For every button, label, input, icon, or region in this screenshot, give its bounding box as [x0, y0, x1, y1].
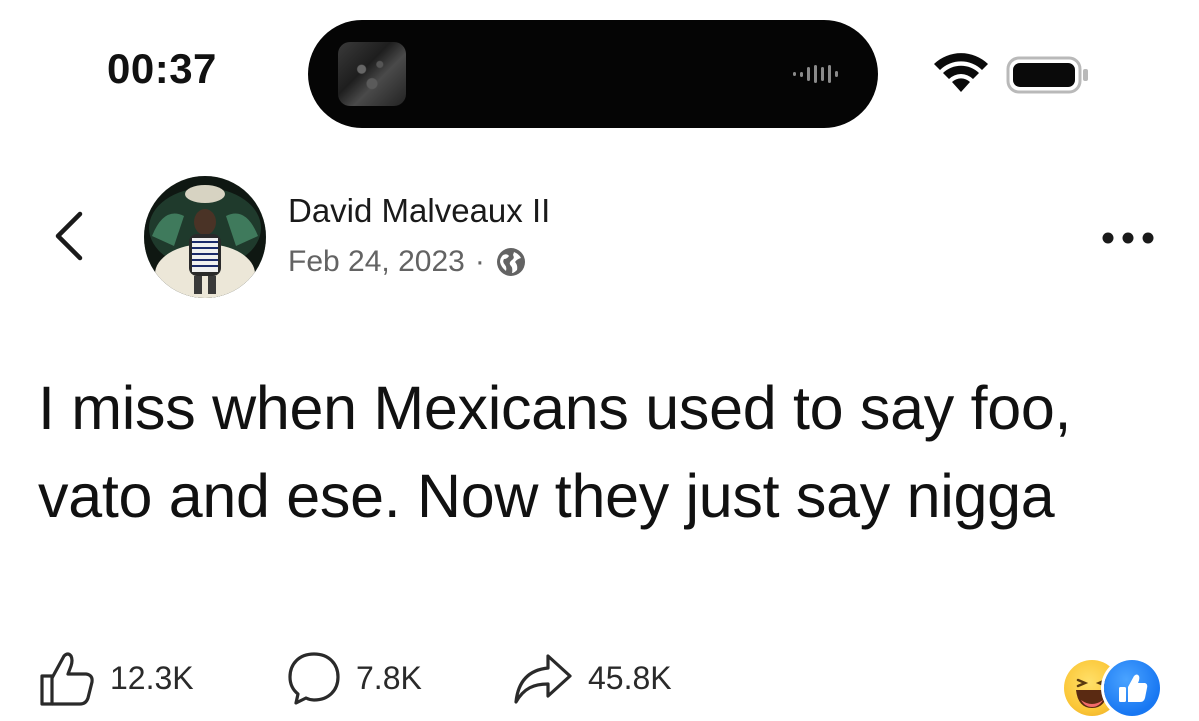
meta-separator: ·	[474, 245, 485, 278]
author-name[interactable]: David Malveaux II	[288, 194, 550, 227]
share-arrow-icon	[514, 654, 572, 704]
dynamic-island[interactable]	[308, 20, 878, 128]
more-options-icon[interactable]	[1098, 228, 1158, 248]
comment-button[interactable]: 7.8K	[286, 648, 422, 708]
like-button[interactable]: 12.3K	[38, 648, 194, 708]
post-meta: Feb 24, 2023 ·	[288, 246, 527, 278]
status-time: 00:37	[107, 45, 217, 92]
share-count: 45.8K	[588, 660, 672, 696]
post-actions: 12.3K 7.8K 45.8K	[0, 648, 1199, 708]
wifi-icon	[934, 53, 988, 92]
like-count: 12.3K	[110, 660, 194, 696]
thumbs-up-icon	[40, 652, 94, 706]
post-text: I miss when Mexicans used to say foo, va…	[38, 374, 1072, 530]
status-bar: 00:37	[0, 0, 1199, 140]
now-playing-artwork	[338, 42, 406, 106]
audio-visualizer-icon	[793, 65, 838, 83]
globe-icon	[496, 248, 525, 276]
comment-bubble-icon	[288, 652, 340, 705]
back-chevron-icon[interactable]	[50, 210, 86, 262]
battery-icon	[1006, 56, 1088, 94]
share-button[interactable]: 45.8K	[512, 648, 672, 708]
post-date[interactable]: Feb 24, 2023	[288, 247, 465, 277]
comment-count: 7.8K	[356, 660, 422, 696]
author-avatar[interactable]	[144, 176, 266, 298]
